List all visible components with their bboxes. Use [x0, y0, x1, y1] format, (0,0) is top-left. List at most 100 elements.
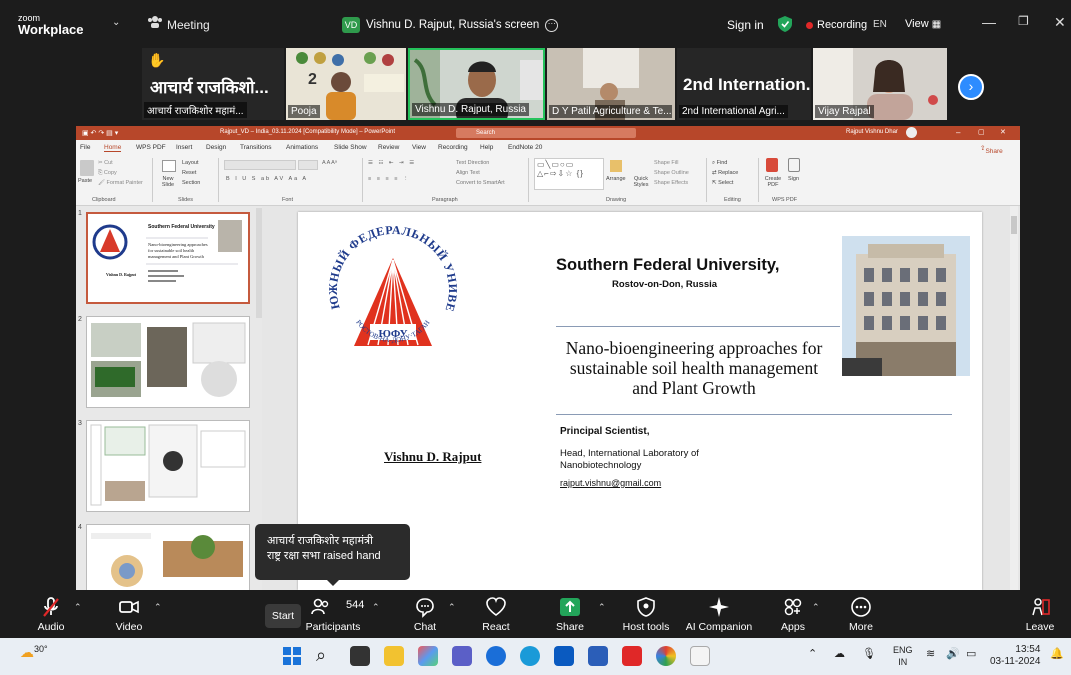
chrome-icon[interactable] [656, 646, 676, 666]
create-pdf-icon[interactable] [766, 158, 778, 172]
host-tools-button[interactable]: Host tools [620, 596, 672, 633]
more-button[interactable]: More [846, 596, 876, 633]
ai-companion-button[interactable]: AI Companion [684, 596, 754, 633]
slide-thumbnail-1[interactable]: Southern Federal University Nano-bioengi… [86, 212, 250, 304]
align-buttons[interactable]: ≡ ≡ ≡ ≡ ⋮ [368, 176, 410, 182]
restore-icon[interactable]: ❐ [1018, 14, 1029, 28]
shape-effects-button[interactable]: Shape Effects [654, 180, 688, 186]
font-style-buttons[interactable]: B I U S ab AV Aa A [226, 176, 308, 182]
react-button[interactable]: React [480, 596, 512, 633]
minimize-icon[interactable]: — [982, 14, 996, 30]
ppt-restore-icon[interactable]: ▢ [978, 128, 985, 136]
apps-button[interactable]: Apps [778, 596, 808, 633]
dell-icon[interactable] [486, 646, 506, 666]
teams-icon[interactable] [452, 646, 472, 666]
weather-widget[interactable]: ☁ 30° [20, 644, 48, 661]
reset-button[interactable]: Reset [182, 170, 196, 176]
new-slide-icon[interactable] [162, 160, 176, 172]
video-button[interactable]: Video [112, 596, 146, 633]
section-button[interactable]: Section [182, 180, 200, 186]
chat-button[interactable]: Chat [410, 596, 440, 633]
youtube-icon[interactable] [622, 646, 642, 666]
participant-tile[interactable]: D Y Patil Agriculture & Te... [547, 48, 675, 120]
tab-help[interactable]: Help [480, 144, 493, 151]
close-icon[interactable]: ✕ [1054, 14, 1066, 31]
windows-start-icon[interactable] [282, 646, 302, 666]
onedrive-icon[interactable]: ☁ [834, 647, 845, 660]
file-explorer-icon[interactable] [384, 646, 404, 666]
tray-mic-icon[interactable]: 🎙 [862, 647, 876, 660]
paste-label[interactable]: Paste [78, 178, 92, 184]
slide-scrollbar-thumb[interactable] [1011, 216, 1017, 234]
photos-icon[interactable] [418, 646, 438, 666]
paste-icon[interactable] [80, 160, 94, 176]
tab-design[interactable]: Design [206, 144, 226, 151]
system-clock[interactable]: 13:54 03-11-2024 [990, 644, 1040, 668]
recording-indicator[interactable]: Recording [806, 19, 867, 31]
participant-tile[interactable]: Vijay Rajpal [813, 48, 947, 120]
screen-share-indicator[interactable]: VD Vishnu D. Rajput, Russia's screen ··· [342, 15, 559, 35]
select-button[interactable]: ⇱ Select [712, 180, 733, 186]
edge-icon[interactable] [520, 646, 540, 666]
tab-endnote[interactable]: EndNote 20 [508, 144, 542, 151]
text-direction-button[interactable]: Text Direction [456, 160, 489, 166]
tab-view[interactable]: View [412, 144, 426, 151]
volume-icon[interactable]: 🔊 [946, 647, 960, 660]
ppt-minimize-icon[interactable]: – [956, 128, 960, 137]
slide-thumbnail-2[interactable] [86, 316, 250, 408]
replace-button[interactable]: ⇄ Replace [712, 170, 738, 176]
participants-options-caret[interactable]: ⌃ [372, 602, 380, 613]
slide-thumbnail-3[interactable] [86, 420, 250, 512]
input-language[interactable]: ENG IN [893, 644, 913, 668]
align-text-button[interactable]: Align Text [456, 170, 480, 176]
format-painter-button[interactable]: 🖌 Format Painter [98, 180, 143, 186]
tab-slide-show[interactable]: Slide Show [334, 144, 367, 151]
video-options-caret[interactable]: ⌃ [154, 602, 162, 613]
chevron-down-icon[interactable]: ⌄ [112, 17, 120, 28]
ppt-quick-access-icons[interactable]: ▣ ↶ ↷ ▤ ▾ [82, 129, 118, 137]
view-button[interactable]: View ▦ [905, 18, 941, 30]
tab-wps-pdf[interactable]: WPS PDF [136, 144, 166, 151]
participant-tile[interactable]: 2 Pooja [286, 48, 406, 120]
meeting-label[interactable]: Meeting [167, 18, 210, 32]
audio-button[interactable]: Audio [34, 596, 68, 633]
quick-styles-label[interactable]: Quick Styles [630, 176, 652, 188]
zoom-brand[interactable]: zoom Workplace [18, 12, 84, 36]
sign-in-link[interactable]: Sign in [727, 18, 764, 32]
task-view-icon[interactable] [350, 646, 370, 666]
presenter-email[interactable]: rajput.vishnu@gmail.com [560, 478, 661, 488]
new-slide-label[interactable]: New Slide [156, 176, 180, 188]
share-button[interactable]: Share [554, 596, 586, 633]
tab-review[interactable]: Review [378, 144, 399, 151]
arrange-icon[interactable] [610, 160, 622, 172]
language-label[interactable]: EN [873, 19, 887, 30]
tab-transitions[interactable]: Transitions [240, 144, 272, 151]
tray-chevron-icon[interactable]: ⌃ [808, 647, 817, 660]
notepad-icon[interactable] [690, 646, 710, 666]
font-size-buttons[interactable]: A A Aᵃ [322, 160, 337, 166]
cut-button[interactable]: ✂ Cut [98, 160, 113, 166]
leave-button[interactable]: Leave [1024, 596, 1056, 633]
slide-scrollbar[interactable] [1010, 206, 1018, 590]
ppt-close-icon[interactable]: ✕ [1000, 128, 1006, 136]
audio-options-caret[interactable]: ⌃ [74, 602, 82, 613]
sign-icon[interactable] [788, 158, 800, 172]
search-icon[interactable]: ⌕ [316, 646, 336, 666]
tab-file[interactable]: File [80, 144, 90, 151]
chat-options-caret[interactable]: ⌃ [448, 602, 456, 613]
word-icon[interactable] [588, 646, 608, 666]
tab-recording[interactable]: Recording [438, 144, 468, 151]
tab-insert[interactable]: Insert [176, 144, 192, 151]
more-options-icon[interactable]: ··· [545, 18, 559, 32]
slide-thumbnail-4[interactable] [86, 524, 250, 590]
shape-outline-button[interactable]: Shape Outline [654, 170, 689, 176]
font-name-select[interactable] [224, 160, 296, 170]
participant-tile[interactable]: 2nd Internation... 2nd International Agr… [677, 48, 811, 120]
wifi-icon[interactable]: ≋ [926, 647, 935, 660]
apps-options-caret[interactable]: ⌃ [812, 602, 820, 613]
security-shield-icon[interactable] [778, 16, 792, 32]
copy-button[interactable]: ⎘ Copy [98, 170, 117, 177]
start-button[interactable]: Start [265, 604, 301, 628]
smartart-button[interactable]: Convert to SmartArt [456, 180, 505, 186]
share-options-caret[interactable]: ⌃ [598, 602, 606, 613]
